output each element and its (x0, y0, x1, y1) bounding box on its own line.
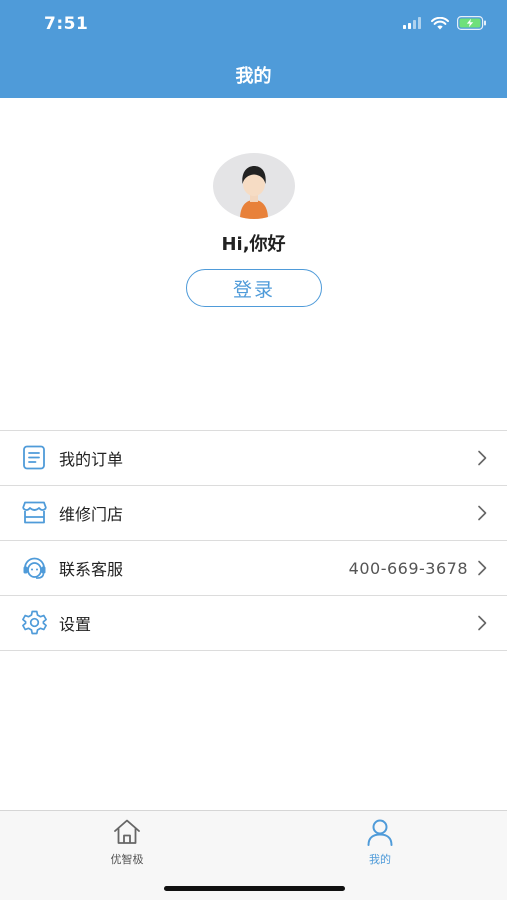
bottom-tab-bar: 优智极 我的 (0, 810, 507, 900)
menu-item-label: 维修门店 (59, 505, 124, 524)
menu-item-settings[interactable]: 设置 (0, 596, 507, 651)
customer-service-icon (23, 557, 46, 579)
battery-charging-icon (457, 16, 486, 30)
menu-item-store[interactable]: 维修门店 (0, 486, 507, 541)
app-header: 7:51 我的 (0, 0, 507, 98)
settings-icon (22, 610, 47, 635)
status-time: 7:51 (44, 14, 89, 34)
greeting-text: Hi,你好 (221, 234, 286, 255)
tab-home[interactable]: 优智极 (82, 817, 172, 867)
orders-icon (23, 445, 45, 470)
chevron-right-icon (478, 560, 487, 576)
page-title: 我的 (235, 66, 272, 87)
chevron-right-icon (478, 615, 487, 631)
user-icon (367, 819, 393, 846)
menu-item-label: 我的订单 (59, 450, 124, 469)
status-icons (403, 16, 487, 30)
chevron-right-icon (478, 505, 487, 521)
avatar[interactable] (213, 153, 295, 219)
menu-item-orders[interactable]: 我的订单 (0, 431, 507, 486)
menu-item-customer-service[interactable]: 联系客服 400-669-3678 (0, 541, 507, 596)
customer-service-phone[interactable]: 400-669-3678 (349, 559, 468, 578)
home-icon (114, 819, 140, 844)
menu-list: 我的订单 维修门店 联系客服 400-669-3678 设置 (0, 430, 507, 651)
avatar-person-icon (240, 166, 268, 219)
profile-section: Hi,你好 登录 (0, 98, 507, 430)
login-button[interactable]: 登录 (186, 269, 322, 307)
tab-mine[interactable]: 我的 (335, 817, 425, 867)
wifi-icon (431, 16, 449, 29)
store-icon (22, 501, 47, 524)
menu-item-label: 联系客服 (59, 560, 124, 579)
tab-label: 优智极 (110, 853, 144, 866)
menu-item-label: 设置 (59, 615, 92, 634)
signal-icon (403, 17, 421, 29)
chevron-right-icon (478, 450, 487, 466)
tab-label: 我的 (369, 853, 391, 866)
home-indicator[interactable] (164, 886, 345, 891)
